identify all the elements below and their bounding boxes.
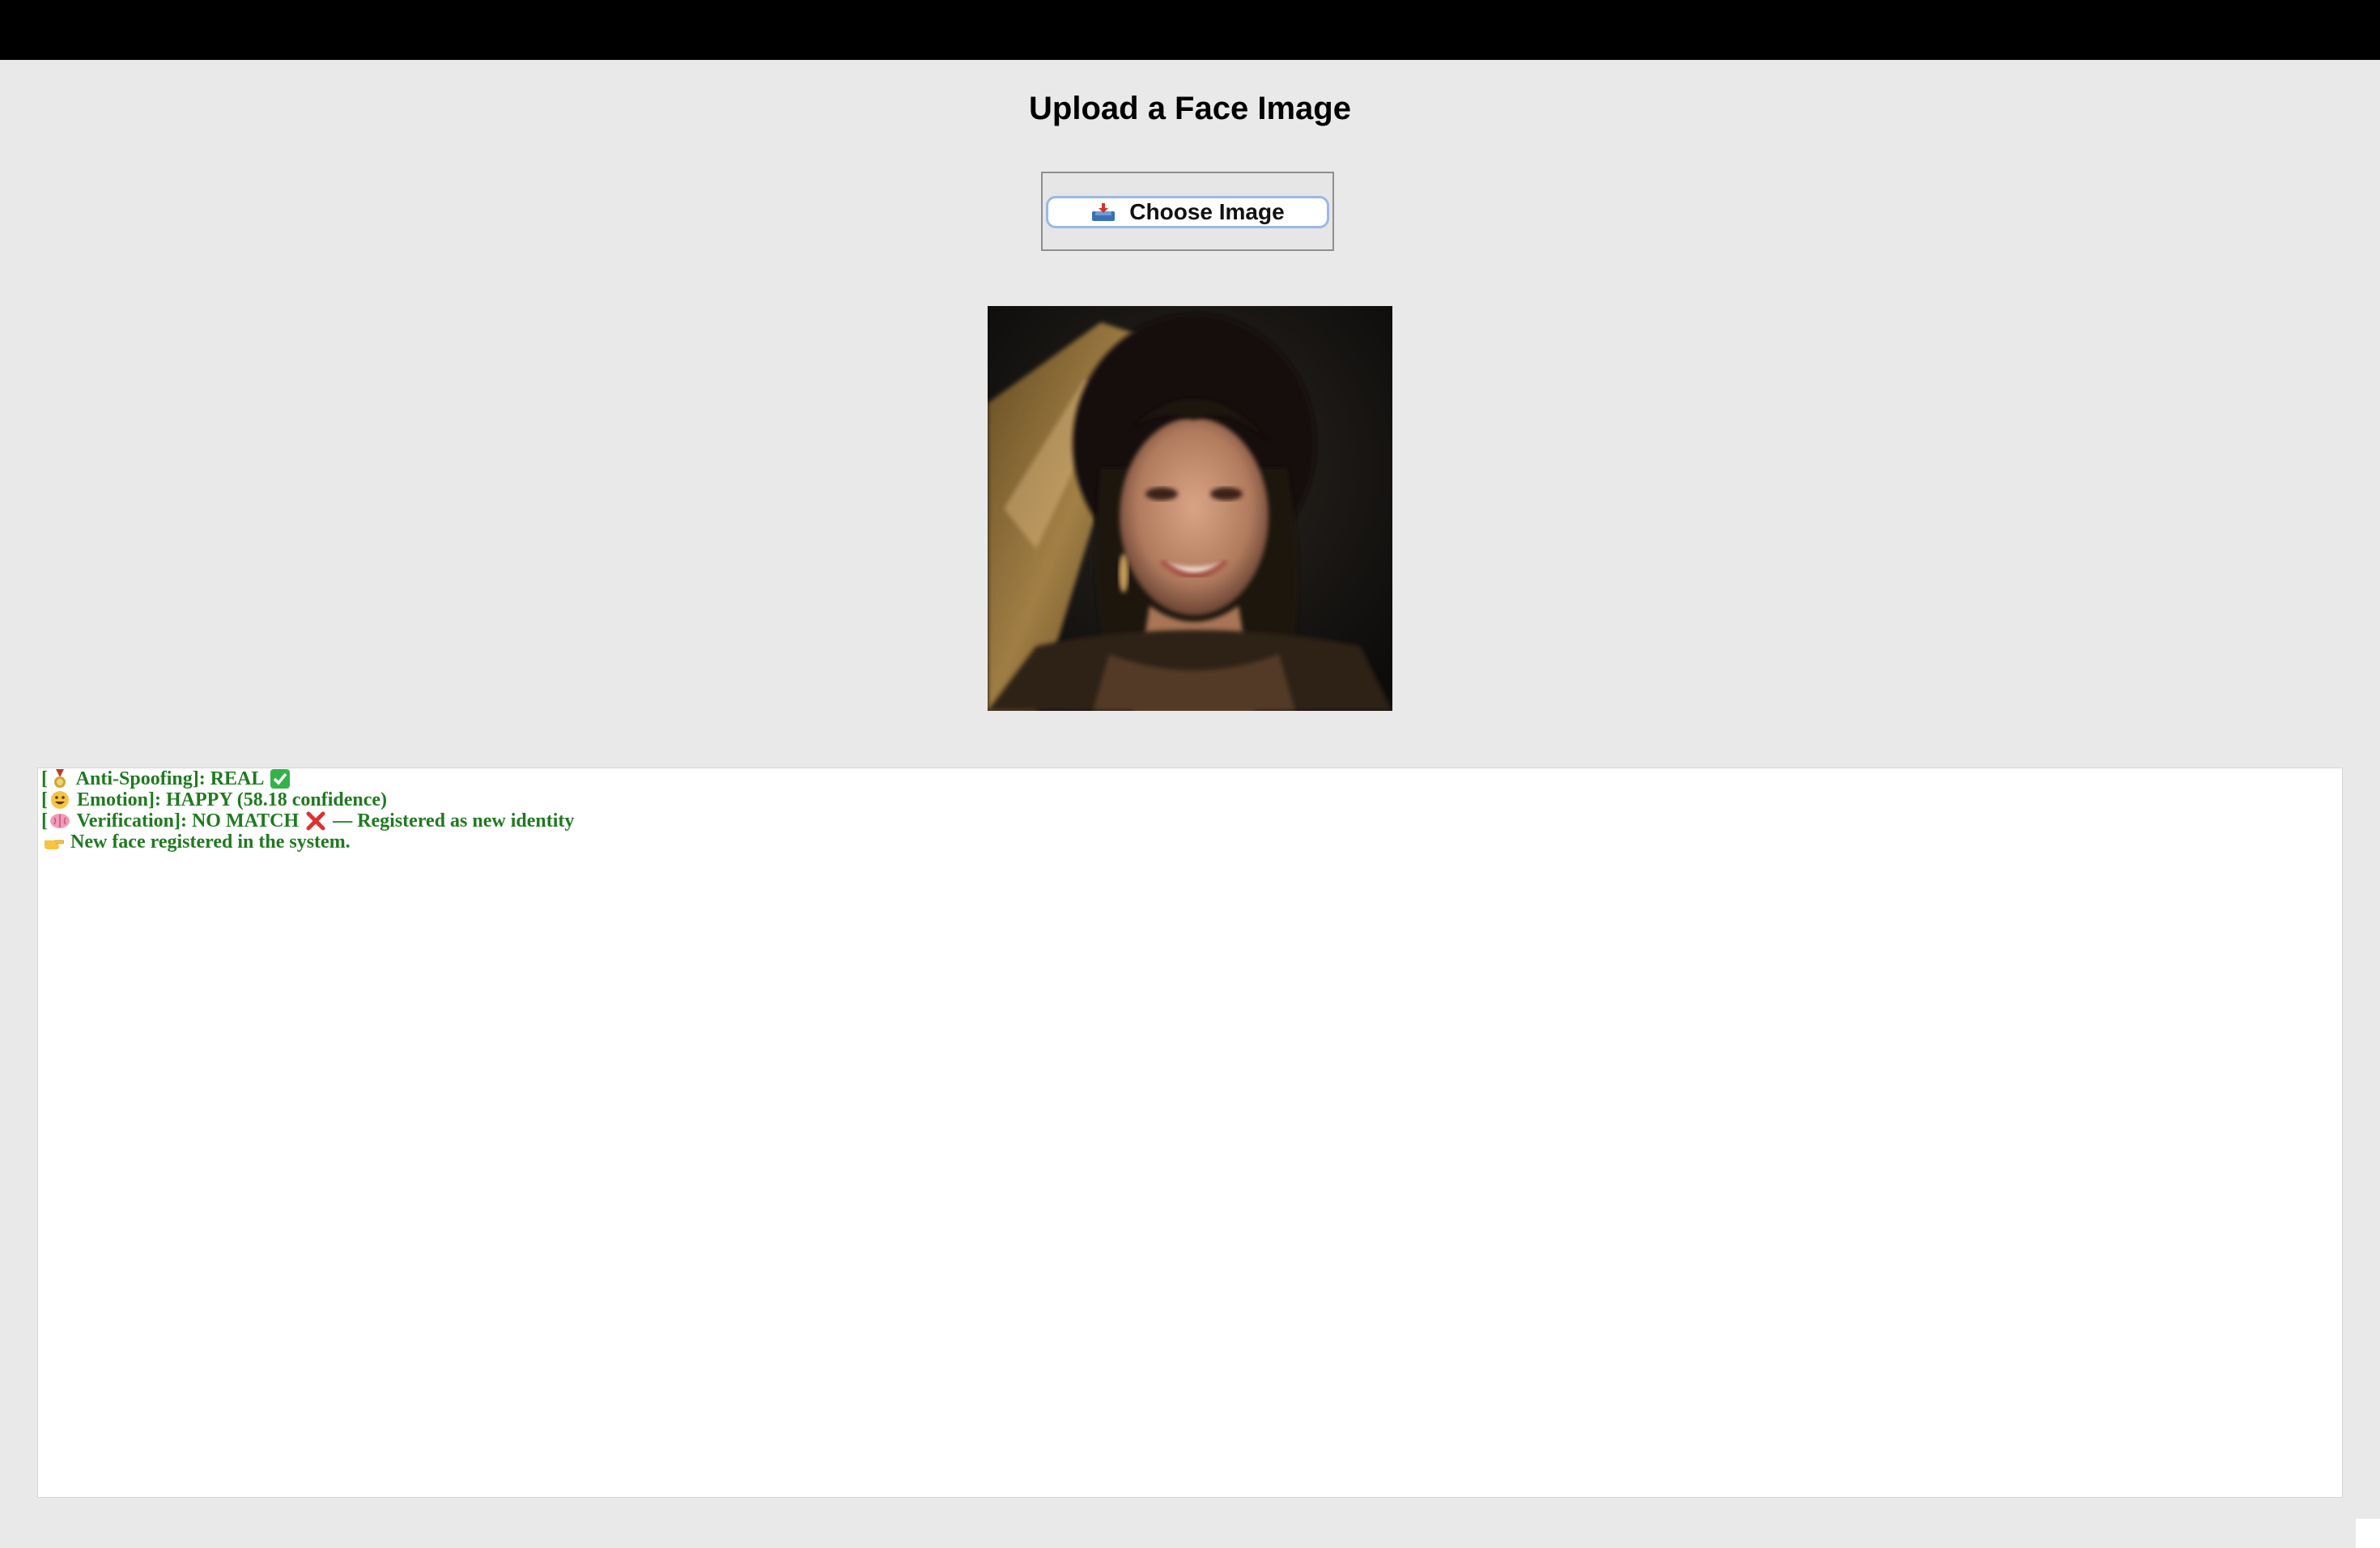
page-title: Upload a Face Image (1029, 91, 1351, 126)
cross-mark-icon (306, 811, 325, 831)
line-prefix: [ (41, 810, 48, 831)
face-photo (988, 306, 1392, 711)
pointing-hand-icon (45, 840, 64, 849)
output-line-verification: [ Verification]: NO MATCH — Registered a… (41, 810, 2339, 831)
smiley-icon (51, 791, 69, 809)
resize-corner (2356, 1519, 2380, 1548)
output-line-emotion: [ Emotion]: HAPPY (58.18 confidence) (41, 789, 2339, 810)
choose-image-frame: Choose Image (1041, 172, 1334, 251)
line-text: Anti-Spoofing]: REAL (72, 768, 269, 789)
output-line-anti-spoofing: [ Anti-Spoofing]: REAL (41, 768, 2339, 789)
choose-image-label: Choose Image (1129, 199, 1285, 224)
output-line-registered: New face registered in the system. (41, 831, 2339, 853)
line-text: Emotion]: HAPPY (58.18 confidence) (72, 789, 388, 810)
brain-icon (50, 814, 70, 828)
choose-image-button[interactable]: Choose Image (1046, 196, 1329, 228)
line-prefix: [ (41, 768, 48, 789)
check-mark-icon (270, 769, 291, 789)
line-text: New face registered in the system. (66, 831, 351, 853)
result-output-area[interactable]: [ Anti-Spoofing]: REAL [ Emotion]: HAPPY… (37, 768, 2343, 1498)
inbox-tray-icon (1092, 203, 1116, 221)
window-titlebar (0, 0, 2380, 60)
line-text: Verification]: NO MATCH (72, 810, 304, 831)
line-prefix: [ (41, 789, 48, 810)
face-photo-image (988, 306, 1392, 711)
line-tail: — Registered as new identity (328, 810, 575, 831)
medal-icon (54, 769, 66, 788)
